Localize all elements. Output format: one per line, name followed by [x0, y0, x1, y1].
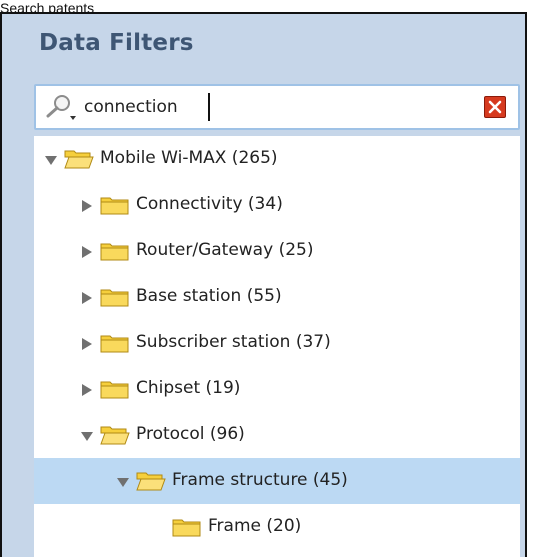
- search-box[interactable]: [34, 84, 520, 130]
- folder-open-icon: [136, 472, 166, 491]
- tree-item[interactable]: Subscriber station (37): [34, 320, 520, 366]
- folder-icon: [100, 381, 129, 399]
- tree-item[interactable]: Protocol (96): [34, 412, 520, 458]
- magnifier-icon[interactable]: [40, 92, 80, 122]
- tree-item-label: Protocol (96): [136, 424, 245, 444]
- folder-open-icon: [64, 150, 94, 169]
- search-input[interactable]: [84, 94, 464, 120]
- tree-item[interactable]: Frame structure (45): [34, 458, 520, 504]
- folder-icon: [172, 519, 201, 537]
- triangle-right-icon[interactable]: [80, 245, 94, 259]
- tree-item[interactable]: Base station (55): [34, 274, 520, 320]
- tree-item[interactable]: Chipset (19): [34, 366, 520, 412]
- tree-item-label: Connectivity (34): [136, 194, 283, 214]
- tree-item-label: Mobile Wi-MAX (265): [100, 148, 278, 168]
- tree-item-label: Subscriber station (37): [136, 332, 331, 352]
- tree-item[interactable]: Connectivity (34): [34, 182, 520, 228]
- tree-item[interactable]: Frame (20): [34, 504, 520, 550]
- folder-open-icon: [100, 426, 130, 445]
- folder-icon: [100, 335, 129, 353]
- triangle-right-icon[interactable]: [80, 337, 94, 351]
- category-tree: Mobile Wi-MAX (265) Connectivity (34) Rout…: [34, 136, 520, 559]
- tree-item-label: Router/Gateway (25): [136, 240, 314, 260]
- tree-item[interactable]: Router/Gateway (25): [34, 228, 520, 274]
- close-icon[interactable]: [484, 96, 506, 118]
- folder-icon: [100, 289, 129, 307]
- triangle-right-icon[interactable]: [80, 199, 94, 213]
- triangle-right-icon[interactable]: [80, 383, 94, 397]
- panel-title: Data Filters: [39, 30, 194, 56]
- triangle-down-icon[interactable]: [116, 475, 130, 489]
- tree-item-label: Frame structure (45): [172, 470, 348, 490]
- triangle-right-icon[interactable]: [80, 291, 94, 305]
- tree-item-label: Chipset (19): [136, 378, 241, 398]
- tree-item[interactable]: Mobile Wi-MAX (265): [34, 136, 520, 182]
- text-caret: [208, 93, 210, 121]
- triangle-down-icon[interactable]: [80, 429, 94, 443]
- tree-item-label: Base station (55): [136, 286, 282, 306]
- tree-item-label: Frame (20): [208, 516, 302, 536]
- triangle-down-icon[interactable]: [44, 153, 58, 167]
- folder-icon: [100, 197, 129, 215]
- folder-icon: [100, 243, 129, 261]
- data-filters-panel: Data Filters Mobile Wi-MAX (265) Connecti…: [0, 12, 527, 559]
